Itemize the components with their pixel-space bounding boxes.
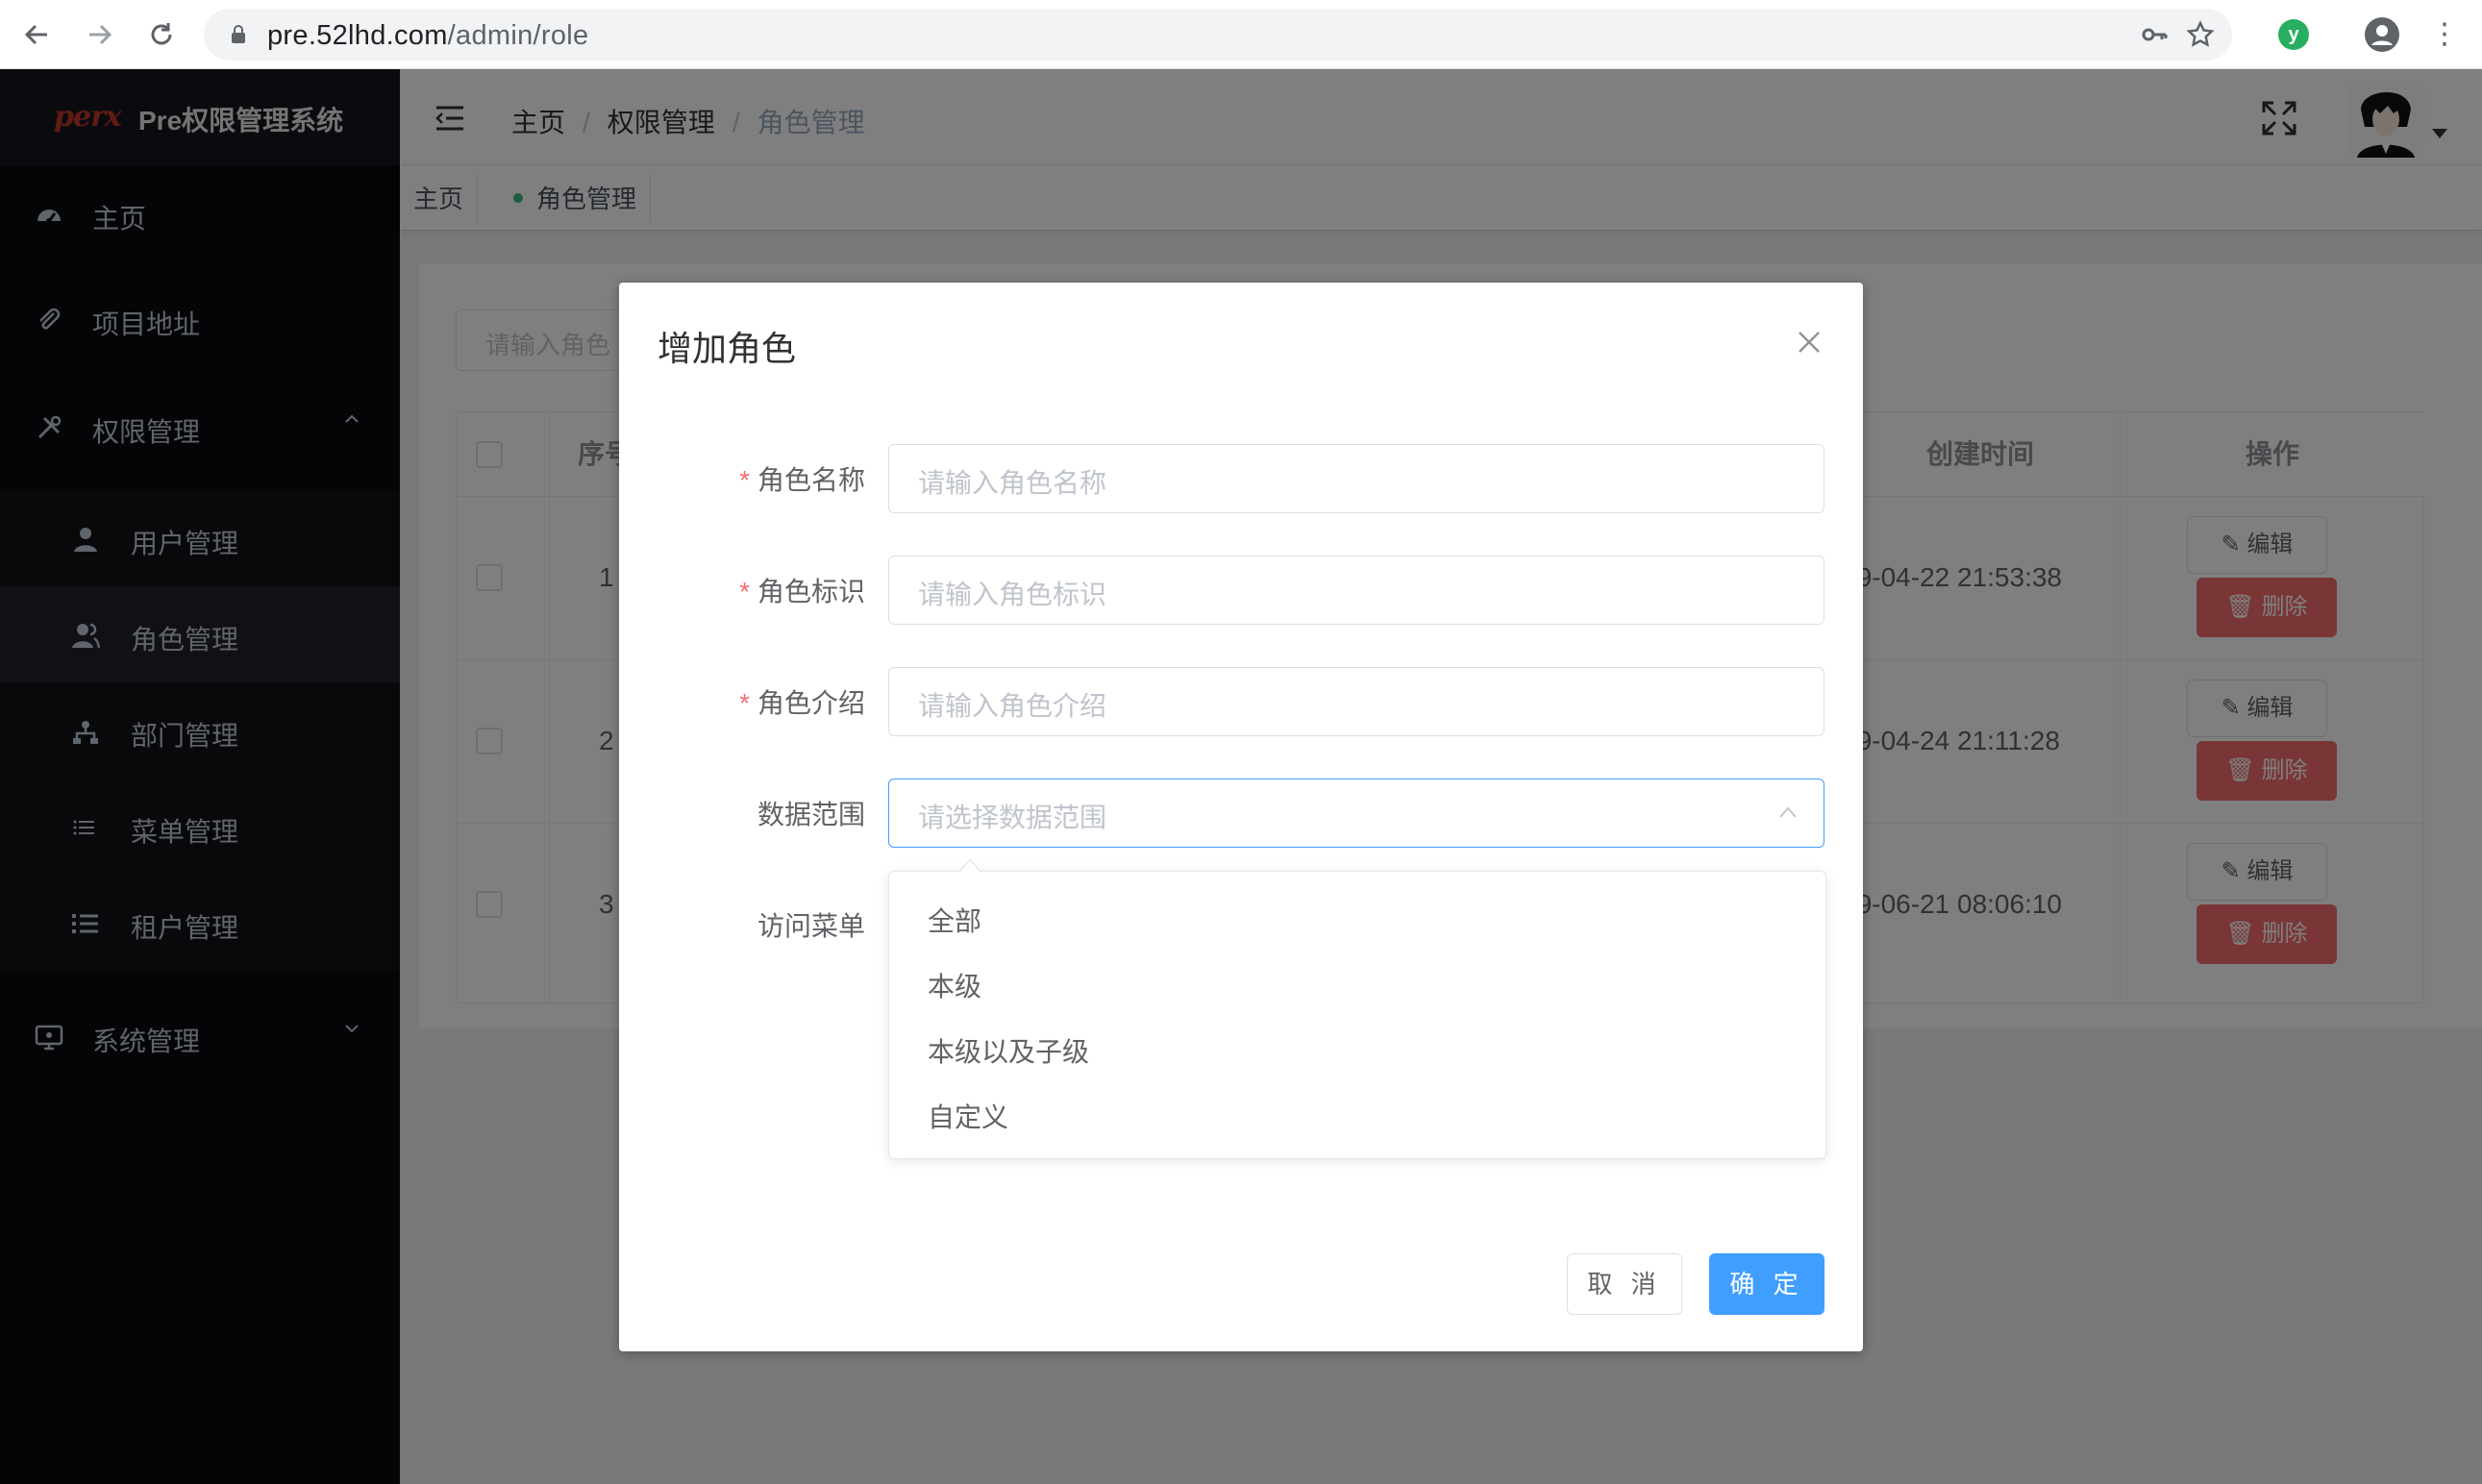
option-all[interactable]: 全部: [889, 883, 1827, 949]
address-bar[interactable]: pre.52lhd.com/admin/role: [204, 9, 2232, 61]
lock-icon: [232, 25, 245, 43]
role-desc-label: * 角色介绍: [739, 688, 865, 718]
role-key-label: * 角色标识: [739, 577, 865, 606]
more-menu-icon[interactable]: ⋮: [2430, 13, 2459, 56]
role-name-label: * 角色名称: [739, 465, 865, 495]
reload-icon[interactable]: [142, 15, 181, 54]
back-icon[interactable]: [17, 15, 56, 54]
data-scope-label: 数据范围: [757, 800, 865, 829]
key-icon[interactable]: [2140, 20, 2169, 49]
option-self-and-children[interactable]: 本级以及子级: [889, 1014, 1827, 1079]
close-icon[interactable]: [1796, 329, 1823, 356]
option-custom[interactable]: 自定义: [889, 1079, 1827, 1145]
extension-icon[interactable]: y: [2278, 19, 2309, 50]
role-desc-input[interactable]: 请输入角色介绍: [888, 667, 1824, 736]
add-role-dialog: 增加角色 * 角色名称 请输入角色名称 * 角色标识 请输入角色标识 * 角色介绍 请…: [619, 283, 1863, 1351]
role-name-input[interactable]: 请输入角色名称: [888, 444, 1824, 513]
confirm-button[interactable]: 确 定: [1709, 1253, 1824, 1315]
option-self[interactable]: 本级: [889, 949, 1827, 1014]
chevron-up-icon: [1779, 806, 1797, 818]
access-menu-label: 访问菜单: [757, 911, 865, 941]
browser-toolbar: pre.52lhd.com/admin/role y ⋮: [0, 0, 2482, 69]
data-scope-select[interactable]: 请选择数据范围: [888, 779, 1824, 848]
url-text: pre.52lhd.com/admin/role: [267, 20, 589, 51]
role-key-input[interactable]: 请输入角色标识: [888, 556, 1824, 625]
star-icon[interactable]: [2186, 20, 2215, 49]
cancel-button[interactable]: 取 消: [1567, 1253, 1682, 1315]
dialog-title: 增加角色: [658, 329, 797, 368]
profile-icon[interactable]: [2365, 17, 2399, 52]
data-scope-dropdown: 全部 本级 本级以及子级 自定义: [888, 858, 1827, 1159]
forward-icon[interactable]: [81, 15, 119, 54]
